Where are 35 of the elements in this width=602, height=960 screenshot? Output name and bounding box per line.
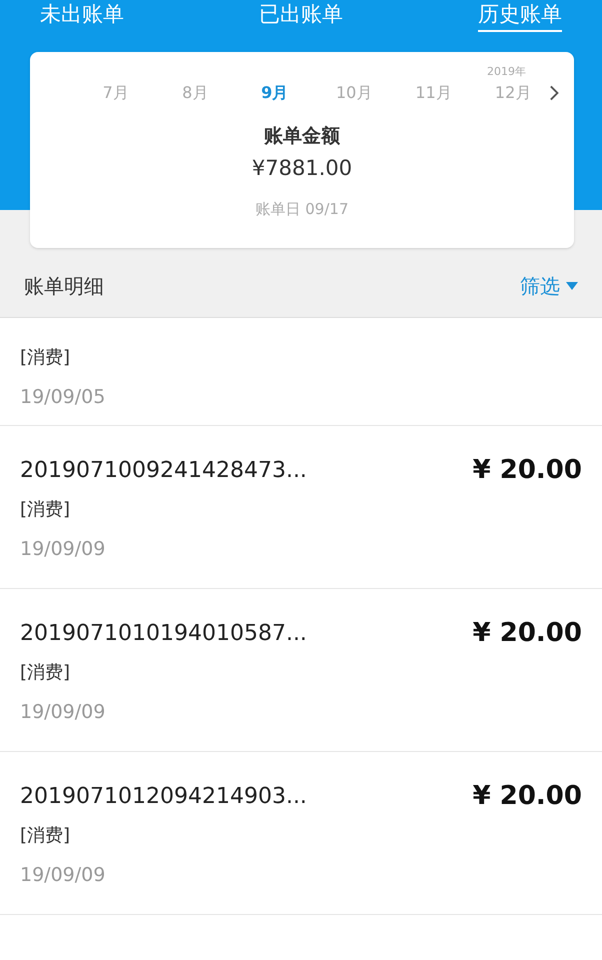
tab[interactable]: 未出账单	[40, 0, 124, 32]
transaction-id: 2019071009241428473...	[20, 456, 307, 484]
transaction-date: 19/09/09	[20, 863, 106, 888]
amount-label: 账单金额	[264, 124, 340, 149]
transaction-amount: ¥ 20.00	[472, 780, 582, 812]
transaction-type: [消费]	[20, 824, 70, 848]
transaction-type: [消费]	[20, 498, 70, 522]
transaction-row[interactable]: 2019071009241428473... ¥ 20.00 [消费] 19/09/09	[0, 426, 602, 589]
transaction-id: 2019071010194010587...	[20, 620, 307, 648]
transaction-row[interactable]: [消费] 19/09/05	[0, 318, 602, 426]
month-tab[interactable]: 8月	[155, 81, 235, 105]
year-label: 2019年	[487, 64, 526, 78]
tab[interactable]: 已出账单	[259, 0, 343, 32]
chevron-right-icon[interactable]	[548, 84, 560, 102]
transaction-date: 19/09/09	[20, 537, 106, 562]
transaction-date: 19/09/09	[20, 700, 106, 725]
transaction-type: [消费]	[20, 661, 70, 685]
month-tab[interactable]: 7月	[76, 81, 156, 105]
bill-amount: ¥7881.00	[252, 154, 352, 182]
month-tab[interactable]: 12月	[473, 81, 553, 105]
tab[interactable]: 历史账单	[478, 0, 562, 32]
transaction-id: 2019071012094214903...	[20, 782, 307, 810]
transaction-row[interactable]: 2019071010194010587... ¥ 20.00 [消费] 19/09/09	[0, 589, 602, 752]
month-tab[interactable]: 10月	[314, 81, 394, 105]
section-title: 账单明细	[24, 273, 104, 300]
transaction-type: [消费]	[20, 346, 70, 370]
month-tab[interactable]: 9月	[234, 81, 314, 105]
month-tab[interactable]: 11月	[394, 81, 474, 105]
transaction-amount: ¥ 20.00	[472, 616, 582, 650]
transaction-amount: ¥ 20.00	[472, 454, 582, 486]
dropdown-triangle-icon	[566, 282, 578, 290]
bill-date: 账单日 09/17	[256, 199, 348, 220]
transaction-row[interactable]: 2019071012094214903... ¥ 20.00 [消费] 19/09/09	[0, 752, 602, 915]
filter-button[interactable]: 筛选	[520, 271, 578, 301]
transaction-date: 19/09/05	[20, 385, 106, 410]
